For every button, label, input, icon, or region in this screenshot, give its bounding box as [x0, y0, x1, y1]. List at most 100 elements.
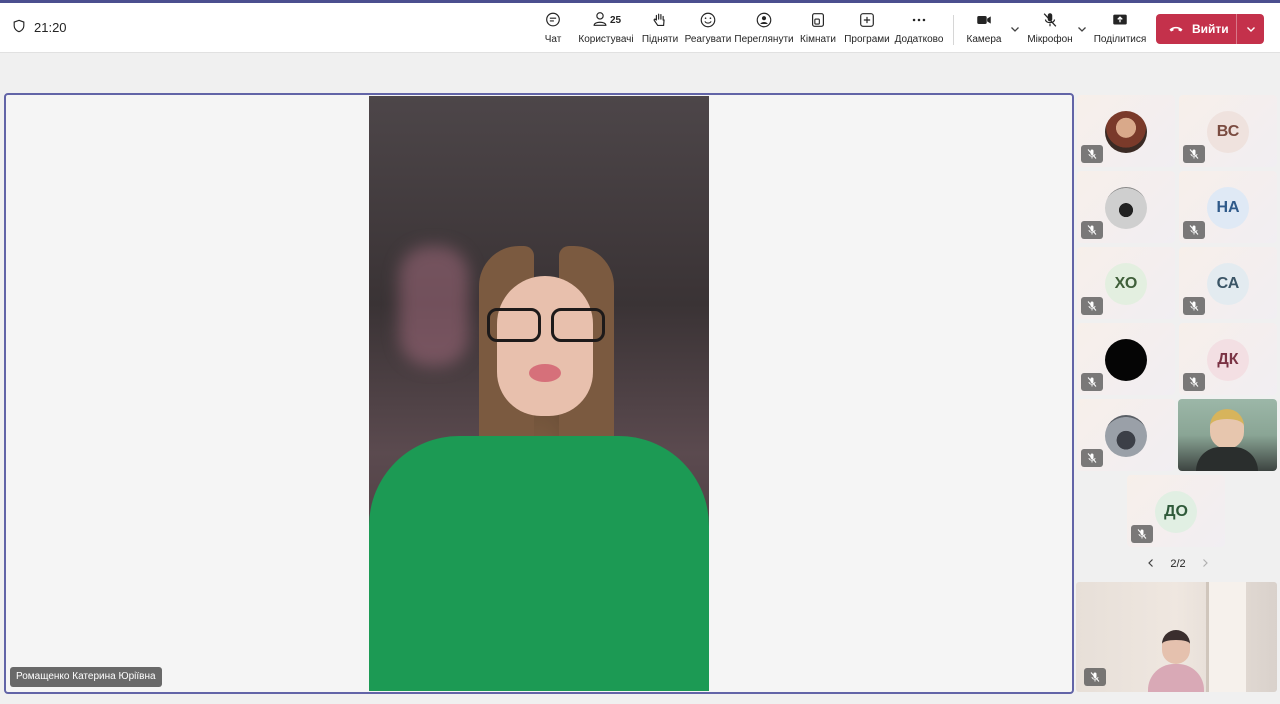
view-label: Переглянути	[734, 34, 794, 45]
raise-hand-button[interactable]: Підняти	[642, 9, 678, 51]
mic-muted-indicator	[1183, 221, 1205, 239]
page-indicator: 2/2	[1170, 558, 1186, 570]
mic-off-icon	[1087, 225, 1097, 235]
meeting-toolbar: 21:20 Чат 25 Користувачі Підняти Реагува…	[0, 3, 1280, 53]
react-label: Реагувати	[684, 34, 732, 45]
speaker-name-tag: Ромащенко Катерина Юріївна	[10, 667, 162, 687]
people-button[interactable]: 25 Користувачі	[578, 9, 634, 51]
mic-off-icon	[1041, 9, 1059, 31]
rooms-button[interactable]: Кімнати	[799, 9, 837, 51]
participant-tile[interactable]	[1077, 399, 1175, 471]
people-count: 25	[609, 14, 622, 26]
main-stage[interactable]: Ромащенко Катерина Юріївна	[4, 93, 1074, 694]
gallery-pager: 2/2	[1146, 556, 1210, 572]
participant-tile[interactable]	[1077, 323, 1175, 395]
mic-off-icon	[1189, 377, 1199, 387]
leave-options-chevron[interactable]	[1237, 14, 1264, 44]
participant-avatar: СА	[1207, 263, 1249, 305]
shield-icon	[12, 19, 26, 36]
mic-muted-indicator	[1183, 145, 1205, 163]
share-button[interactable]: Поділитися	[1094, 9, 1146, 51]
leave-button[interactable]: Вийти	[1156, 14, 1236, 44]
participant-video-tile[interactable]	[1178, 399, 1277, 471]
mic-off-icon	[1137, 529, 1147, 539]
more-icon	[910, 9, 928, 31]
chevron-left-icon	[1148, 558, 1153, 567]
mic-off-icon	[1087, 301, 1097, 311]
mic-muted-indicator	[1081, 221, 1103, 239]
mic-muted-indicator	[1084, 668, 1106, 686]
chevron-down-icon	[1078, 27, 1086, 32]
mic-off-icon	[1087, 377, 1097, 387]
participant-photo	[1105, 111, 1147, 153]
more-label: Додатково	[894, 34, 944, 45]
participant-photo	[1105, 187, 1147, 229]
participant-avatar: НА	[1207, 187, 1249, 229]
hand-icon	[651, 9, 669, 31]
self-view-video[interactable]	[1076, 582, 1277, 692]
speaker-video[interactable]	[369, 96, 709, 691]
next-page-button[interactable]	[1200, 558, 1210, 571]
mic-muted-indicator	[1081, 297, 1103, 315]
elapsed-time: 21:20	[34, 20, 67, 35]
participant-tile[interactable]: НА	[1179, 171, 1277, 243]
view-icon	[755, 9, 773, 31]
participant-tile[interactable]: ДК	[1179, 323, 1277, 395]
leave-control: Вийти	[1156, 14, 1264, 44]
chat-label: Чат	[544, 34, 562, 45]
participant-avatar: ДК	[1207, 339, 1249, 381]
phone-hangup-icon	[1168, 20, 1184, 39]
people-icon	[591, 10, 609, 31]
camera-button[interactable]: Камера	[966, 9, 1002, 51]
smiley-icon	[699, 9, 717, 31]
mic-muted-indicator	[1183, 373, 1205, 391]
participant-tile[interactable]: ХО	[1077, 247, 1175, 319]
mic-off-icon	[1189, 149, 1199, 159]
participant-tile[interactable]	[1077, 95, 1175, 167]
plus-box-icon	[858, 9, 876, 31]
apps-button[interactable]: Програми	[844, 9, 890, 51]
participant-tile[interactable]: ДО	[1127, 475, 1225, 547]
participant-avatar: ХО	[1105, 263, 1147, 305]
chevron-down-icon	[1246, 27, 1255, 32]
mic-muted-indicator	[1183, 297, 1205, 315]
more-button[interactable]: Додатково	[895, 9, 943, 51]
view-button[interactable]: Переглянути	[734, 9, 794, 51]
mic-label: Мікрофон	[1027, 34, 1073, 45]
participant-tile[interactable]	[1077, 171, 1175, 243]
meeting-timer: 21:20	[12, 19, 67, 36]
mic-muted-indicator	[1131, 525, 1153, 543]
raise-hand-label: Підняти	[641, 34, 679, 45]
share-screen-icon	[1111, 9, 1129, 31]
rooms-icon	[809, 9, 827, 31]
mic-muted-indicator	[1081, 145, 1103, 163]
mic-button[interactable]: Мікрофон	[1026, 9, 1074, 51]
participant-tile[interactable]: СА	[1179, 247, 1277, 319]
participant-avatar: ВС	[1207, 111, 1249, 153]
camera-options-chevron[interactable]	[1009, 22, 1021, 34]
leave-label: Вийти	[1192, 22, 1229, 36]
chevron-down-icon	[1011, 27, 1019, 32]
toolbar-divider	[953, 15, 954, 45]
apps-label: Програми	[844, 34, 890, 45]
camera-icon	[975, 9, 993, 31]
participant-tile[interactable]: ВС	[1179, 95, 1277, 167]
participant-photo	[1105, 415, 1147, 457]
mic-off-icon	[1189, 225, 1199, 235]
participant-avatar: ДО	[1155, 491, 1197, 533]
react-button[interactable]: Реагувати	[684, 9, 732, 51]
mic-off-icon	[1189, 301, 1199, 311]
participant-photo	[1105, 339, 1147, 381]
rooms-label: Кімнати	[800, 34, 836, 45]
prev-page-button[interactable]	[1146, 558, 1156, 571]
mic-muted-indicator	[1081, 449, 1103, 467]
chat-icon	[544, 9, 562, 31]
chat-button[interactable]: Чат	[540, 9, 566, 51]
mic-off-icon	[1087, 149, 1097, 159]
people-label: Користувачі	[578, 34, 634, 45]
mic-off-icon	[1087, 453, 1097, 463]
camera-label: Камера	[966, 34, 1002, 45]
mic-options-chevron[interactable]	[1076, 22, 1088, 34]
mic-muted-indicator	[1081, 373, 1103, 391]
mic-off-icon	[1090, 672, 1100, 682]
